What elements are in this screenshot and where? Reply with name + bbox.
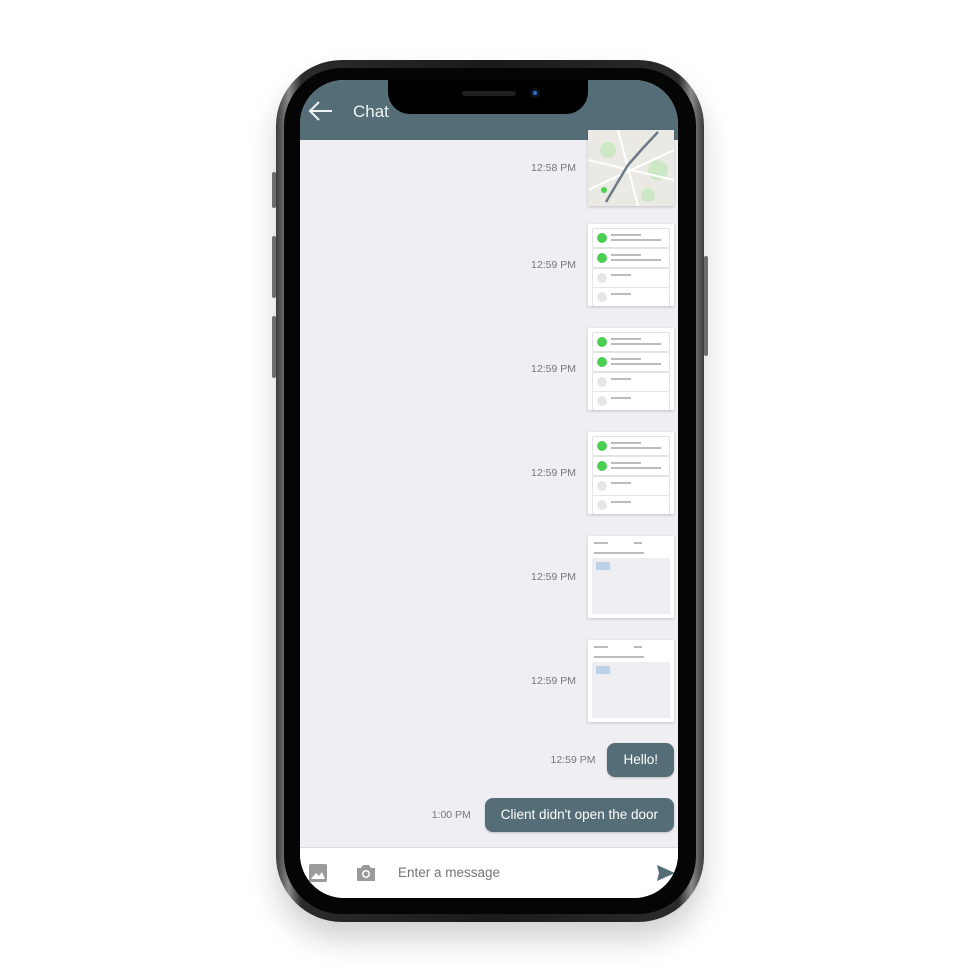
front-camera <box>530 88 540 98</box>
speaker <box>462 91 516 96</box>
message-row: 12:59 PM <box>531 432 674 514</box>
message-time: 12:59 PM <box>550 754 596 766</box>
screenshot-thumbnail[interactable] <box>588 328 674 410</box>
camera-icon[interactable] <box>355 863 377 883</box>
screenshot-thumbnail[interactable] <box>588 536 674 618</box>
screenshot-thumbnail[interactable] <box>588 432 674 514</box>
message-time: 12:59 PM <box>531 571 576 583</box>
message-time: 12:59 PM <box>531 467 576 479</box>
message-time: 12:59 PM <box>531 259 576 271</box>
screenshot-thumbnail[interactable] <box>588 640 674 722</box>
message-list[interactable]: 12:58 PM 12:59 PM 12:59 PM 12:59 PM 12:5… <box>300 130 678 848</box>
screen: Chat 12:58 PM 12:59 PM 12:59 PM 12:59 PM… <box>300 80 678 898</box>
message-row: 1:00 PM Client didn't open the door <box>432 798 674 832</box>
message-row: 12:59 PM <box>531 224 674 306</box>
message-time: 1:00 PM <box>431 809 471 821</box>
message-row: 12:59 PM <box>531 640 674 722</box>
mute-switch <box>272 172 276 208</box>
map-image-thumbnail[interactable] <box>588 130 674 206</box>
notch <box>388 80 588 114</box>
image-icon[interactable] <box>308 863 328 883</box>
composer-bar <box>300 847 678 898</box>
message-bubble[interactable]: Hello! <box>607 743 674 777</box>
volume-up-button <box>272 236 276 298</box>
page-title: Chat <box>353 102 389 121</box>
send-icon[interactable] <box>656 864 676 882</box>
message-time: 12:59 PM <box>531 363 576 375</box>
message-input[interactable] <box>398 865 638 880</box>
message-bubble[interactable]: Client didn't open the door <box>484 798 674 832</box>
message-row: 12:59 PM <box>531 328 674 410</box>
message-row: 12:58 PM <box>531 130 674 206</box>
power-button <box>704 256 708 356</box>
message-time: 12:59 PM <box>531 675 576 687</box>
screenshot-thumbnail[interactable] <box>588 224 674 306</box>
arrow-left-icon[interactable] <box>306 96 336 126</box>
message-row: 12:59 PM <box>531 536 674 618</box>
volume-down-button <box>272 316 276 378</box>
message-time: 12:58 PM <box>531 162 576 174</box>
message-row: 12:59 PM Hello! <box>551 743 674 777</box>
